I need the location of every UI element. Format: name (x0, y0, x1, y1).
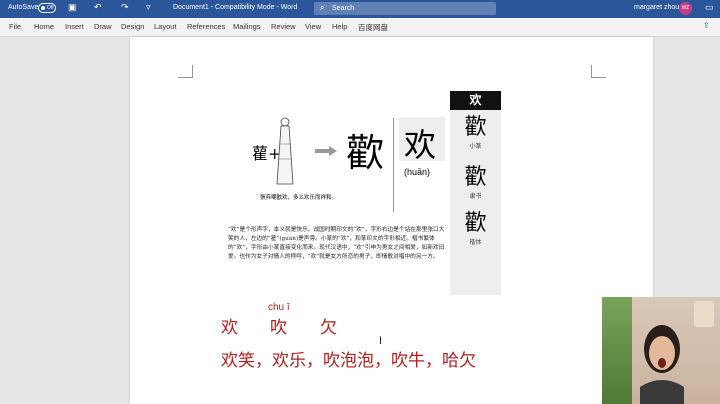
variant-label: 隶书 (469, 193, 482, 200)
background-plant (602, 297, 632, 404)
ribbon-tabs: File Home Insert Draw Design Layout Refe… (0, 18, 720, 37)
lesson-char-huan[interactable]: 欢 (221, 313, 238, 338)
document-title: Document1 - Compatibility Mode - Word (173, 4, 298, 11)
main-character: 欢 (404, 126, 437, 164)
user-name[interactable]: margaret zhou (634, 4, 679, 11)
variant-lishu: 歡 隶书 (450, 165, 501, 200)
ribbon-display-icon[interactable]: ▭ (705, 2, 714, 13)
lesson-char-qian[interactable]: 欠 (320, 313, 337, 338)
undo-icon[interactable]: ↶ (94, 2, 102, 13)
autosave-state: Off (47, 5, 54, 11)
figure-caption: 張弃嘲歡欢，多么欢乐而祥和。 (260, 195, 338, 201)
explanation-paragraph[interactable]: “欢”是个形声字，本义就是快乐。战国时期印文的“欢”，字形右边是个站在那里张口大… (228, 226, 446, 262)
tab-mailings[interactable]: Mailings (233, 22, 261, 31)
lesson-words-line[interactable]: 欢笑，欢乐，吹泡泡，吹牛，哈欠 (221, 346, 476, 371)
search-icon: ⌕ (320, 3, 325, 12)
figure-divider (393, 118, 394, 212)
seal-script-glyph: 歡 (346, 131, 385, 175)
search-placeholder: Search (332, 5, 355, 12)
background-lamp (694, 301, 714, 327)
title-bar: AutoSave Off ▣ ↶ ↷ ▿ Document1 - Compati… (0, 0, 720, 18)
tab-layout[interactable]: Layout (154, 22, 177, 31)
share-icon[interactable]: ⇪ (703, 21, 710, 30)
lesson-char-chui[interactable]: 吹 (270, 313, 287, 338)
save-icon[interactable]: ▣ (68, 2, 77, 13)
redo-icon[interactable]: ↷ (121, 2, 129, 13)
tab-design[interactable]: Design (121, 22, 144, 31)
webcam-overlay (602, 297, 720, 404)
sage-figure-illustration (276, 117, 294, 185)
variant-label: 小篆 (469, 143, 482, 150)
margin-corner-right (591, 65, 606, 78)
customize-qat-icon[interactable]: ▿ (146, 2, 151, 13)
tab-insert[interactable]: Insert (65, 22, 84, 31)
variant-glyph: 歡 (464, 165, 487, 190)
variant-glyph: 歡 (464, 115, 487, 140)
tab-draw[interactable]: Draw (94, 22, 112, 31)
tab-view[interactable]: View (305, 22, 321, 31)
presenter-video (640, 325, 684, 404)
tab-baidu-netdisk[interactable]: 百度网盘 (358, 22, 388, 33)
arrow-right-icon (315, 146, 337, 156)
search-box[interactable]: ⌕ Search (314, 2, 496, 15)
tab-references[interactable]: References (187, 22, 225, 31)
tab-review[interactable]: Review (271, 22, 296, 31)
panel-header: 欢 (450, 91, 501, 110)
script-variants-panel: 欢 歡 小篆 歡 隶书 歡 楷体 (450, 91, 501, 295)
variant-kaiti: 歡 楷体 (450, 211, 501, 246)
tab-file[interactable]: File (9, 22, 21, 31)
tab-help[interactable]: Help (332, 22, 347, 31)
main-pinyin: (huān) (404, 167, 431, 177)
variant-label: 楷体 (469, 239, 482, 246)
autosave-toggle[interactable]: Off (38, 3, 56, 13)
variant-xiaozhuan: 歡 小篆 (450, 115, 501, 150)
avatar[interactable]: MZ (679, 2, 692, 15)
toggle-knob (41, 6, 45, 10)
margin-corner-left (178, 65, 193, 78)
autosave-label: AutoSave (8, 4, 39, 11)
text-cursor-icon: I (379, 335, 383, 347)
variant-glyph: 歡 (464, 211, 487, 236)
tab-home[interactable]: Home (34, 22, 54, 31)
chui-pinyin[interactable]: chu ī (268, 302, 290, 313)
